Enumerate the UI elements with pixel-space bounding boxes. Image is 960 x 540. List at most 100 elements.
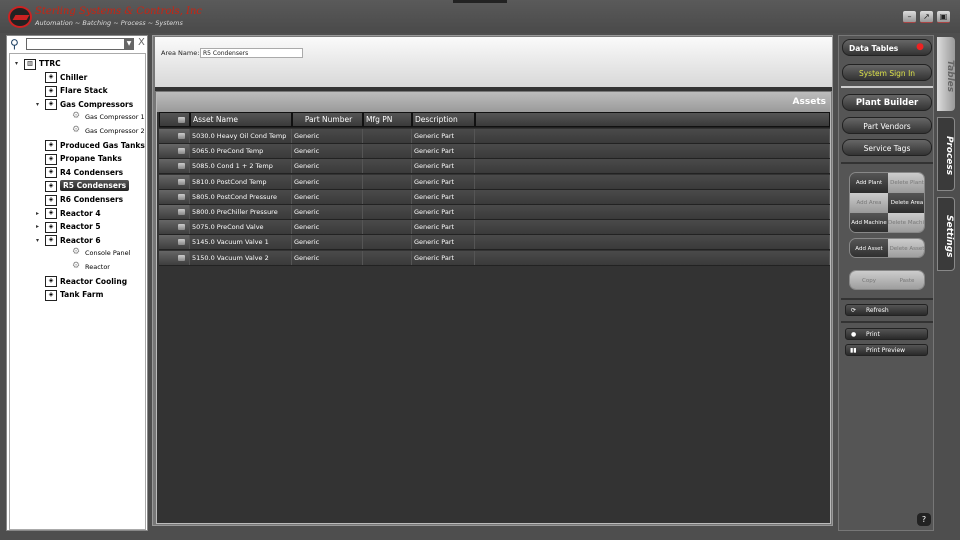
tree-node[interactable]: ◈Chiller [45,71,87,84]
table-row[interactable]: 5810.0 PostCond TempGenericGeneric Part [159,175,830,190]
checkbox[interactable] [178,255,185,261]
minimize-button[interactable]: – [903,11,916,23]
table-row[interactable]: 5145.0 Vacuum Valve 1GenericGeneric Part [159,235,830,250]
top-grip[interactable] [453,0,507,3]
tree-node[interactable]: ⚙Console Panel [70,247,130,260]
tree-node[interactable]: ◈Reactor 4 [45,207,101,220]
add-plant-button[interactable]: Add Plant [850,173,888,193]
column-header[interactable] [475,112,830,127]
table-row[interactable]: 5085.0 Cond 1 + 2 TempGenericGeneric Par… [159,159,830,174]
column-header[interactable]: Asset Name [190,112,292,127]
collapse-toggle[interactable]: ▾ [36,237,39,244]
data-tables-label: Data Tables [849,44,898,53]
pin-icon[interactable]: ● [916,39,924,56]
add-machine-button[interactable]: Add Machine [850,213,888,233]
table-cell: 5085.0 Cond 1 + 2 Temp [190,159,292,173]
tree-node[interactable]: ⚙Reactor [70,261,110,274]
tree-node[interactable]: ◈R5 Condensers [45,179,129,192]
restore-button[interactable]: ↗ [920,11,933,23]
tree-node[interactable]: ◈Reactor Cooling [45,275,127,288]
tree-node-label: Reactor 4 [60,209,101,218]
part-vendors-button[interactable]: Part Vendors [842,117,932,134]
print-label: Print [866,331,880,338]
area-name-input[interactable]: R5 Condensers [200,48,303,58]
delete-machine-button[interactable]: Delete Machine [888,213,925,233]
add-asset-button[interactable]: Add Asset [850,239,888,258]
row-selector[interactable] [159,175,190,189]
search-input[interactable] [26,38,134,50]
print-preview-button[interactable]: ▮▮Print Preview [845,344,928,356]
checkbox[interactable] [178,179,185,185]
row-selector[interactable] [159,205,190,219]
table-cell: Generic [292,129,363,143]
delete-area-button[interactable]: Delete Area [888,193,925,213]
collapse-toggle[interactable]: ▾ [15,60,18,67]
tab-tables[interactable]: Tables [937,37,955,111]
tab-settings[interactable]: Settings [937,197,955,271]
search-icon: ⚲ [10,37,23,50]
chevron-down-icon[interactable]: ▼ [124,38,134,50]
checkbox[interactable] [178,209,185,215]
splitter-handle[interactable] [155,87,832,91]
table-row[interactable]: 5805.0 PostCond PressureGenericGeneric P… [159,190,830,205]
table-row[interactable]: 5075.0 PreCond ValveGenericGeneric Part [159,220,830,235]
row-selector[interactable] [159,112,190,127]
copy-button[interactable]: Copy [850,271,888,290]
table-row[interactable]: 5800.0 PreChiller PressureGenericGeneric… [159,205,830,220]
tree-node[interactable]: ◈Produced Gas Tanks [45,139,145,152]
refresh-button[interactable]: ⟳Refresh [845,304,928,316]
column-header[interactable]: Part Number [292,112,363,127]
row-selector[interactable] [159,251,190,265]
tree-node[interactable]: ▥TTRC [24,57,61,70]
checkbox[interactable] [178,163,185,169]
tree-node[interactable]: ◈Reactor 5 [45,220,101,233]
tree-node[interactable]: ◈Flare Stack [45,84,108,97]
help-button[interactable]: ? [917,513,931,526]
plant-builder-button[interactable]: Plant Builder [842,94,932,111]
row-selector[interactable] [159,220,190,234]
paste-button[interactable]: Paste [888,271,925,290]
checkbox[interactable] [178,117,185,123]
table-row[interactable]: 5030.0 Heavy Oil Cond TempGenericGeneric… [159,129,830,144]
tree-node[interactable]: ◈Tank Farm [45,288,103,301]
row-selector[interactable] [159,235,190,249]
add-area-button[interactable]: Add Area [850,193,888,213]
collapse-toggle[interactable]: ▾ [36,101,39,108]
tree-node[interactable]: ⚙Gas Compressor 2 [70,125,145,138]
table-cell [475,190,830,204]
tree-node[interactable]: ◈R6 Condensers [45,193,123,206]
tree-node[interactable]: ◈R4 Condensers [45,166,123,179]
data-tables-button[interactable]: Data Tables ● [842,39,932,56]
tree-node[interactable]: ◈Propane Tanks [45,152,122,165]
column-header[interactable]: Mfg PN [363,112,412,127]
search-clear-button[interactable]: X [138,37,145,48]
row-selector[interactable] [159,144,190,158]
row-selector[interactable] [159,129,190,143]
table-row[interactable]: 5065.0 PreCond TempGenericGeneric Part [159,144,830,159]
checkbox[interactable] [178,194,185,200]
tree-node-label: Reactor [85,263,110,271]
service-tags-button[interactable]: Service Tags [842,139,932,156]
tree-node[interactable]: ◈Reactor 6 [45,234,101,247]
maximize-button[interactable]: ▣ [937,11,950,23]
delete-plant-button[interactable]: Delete Plant [888,173,925,193]
table-cell [363,205,412,219]
tree-node[interactable]: ⚙Gas Compressor 1 [70,111,145,124]
area-form: Area Name: R5 Condensers [155,37,832,87]
tree-node[interactable]: ◈Gas Compressors [45,98,133,111]
delete-asset-button[interactable]: Delete Asset [888,239,925,258]
table-row[interactable]: 5150.0 Vacuum Valve 2GenericGeneric Part [159,251,830,266]
checkbox[interactable] [178,239,185,245]
tab-process[interactable]: Process [937,117,955,191]
expand-toggle[interactable]: ▸ [36,223,39,230]
checkbox[interactable] [178,148,185,154]
row-selector[interactable] [159,159,190,173]
column-header[interactable]: Description [412,112,475,127]
row-selector[interactable] [159,190,190,204]
expand-toggle[interactable]: ▸ [36,210,39,217]
header-row[interactable]: Asset NamePart NumberMfg PNDescription [159,112,830,128]
system-sign-in-button[interactable]: System Sign In [842,64,932,81]
checkbox[interactable] [178,133,185,139]
checkbox[interactable] [178,224,185,230]
print-button[interactable]: ●Print [845,328,928,340]
